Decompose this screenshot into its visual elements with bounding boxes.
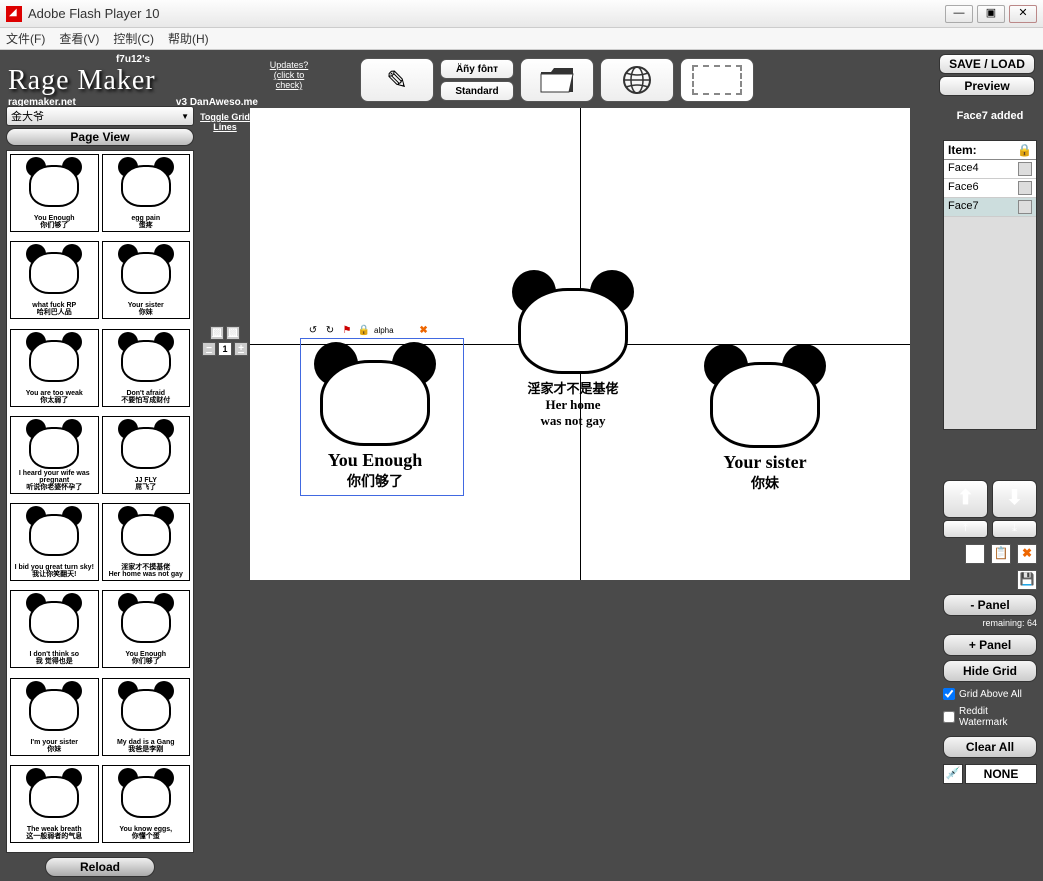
thumbnail-grid[interactable]: You Enough你们够了egg pain蛋疼what fuck RP哈利巴人… [6, 150, 194, 853]
top-bar: f7u12's Rage Maker ragemaker.net v3 DanA… [0, 50, 1043, 106]
thumb-0[interactable]: You Enough你们够了 [10, 154, 99, 232]
thumb-3[interactable]: Your sister你妹 [102, 241, 191, 319]
thumb-9[interactable]: 淫家才不摸基佬Her home was not gay [102, 503, 191, 581]
window-titlebar: Adobe Flash Player 10 — ▣ ✕ [0, 0, 1043, 28]
canvas[interactable]: ↺ ↻ ⚑ 🔒 alpha ✖ You Enough 你们够了 淫家才不是基佬 [250, 108, 910, 580]
item-row-Face6[interactable]: Face6 [944, 179, 1036, 198]
updates-link[interactable]: Updates? (click to check) [264, 60, 314, 90]
thumb-6[interactable]: I heard your wife was pregnant听说你老婆怀孕了 [10, 416, 99, 494]
preview-button[interactable]: Preview [939, 76, 1035, 96]
remove-panel-button[interactable]: - Panel [943, 594, 1037, 616]
status-text: Face7 added [943, 110, 1037, 122]
item-row-Face7[interactable]: Face7 [944, 198, 1036, 217]
save-icon-button[interactable]: 💾 [1017, 570, 1037, 590]
hide-grid-button[interactable]: Hide Grid [943, 660, 1037, 682]
flag-icon[interactable]: ⚑ [340, 324, 354, 338]
face2-text-en1: Her home [508, 397, 638, 413]
menu-view[interactable]: 查看(V) [59, 30, 99, 47]
face3-text-cn: 你妹 [700, 473, 830, 493]
grid-plus-button[interactable]: + [234, 342, 248, 356]
font-any-button[interactable]: Äñy fônт [440, 59, 514, 79]
grid-above-label: Grid Above All [959, 689, 1022, 700]
paste-button[interactable]: 📋 [991, 544, 1011, 564]
toggle-grid-link[interactable]: Toggle Grid Lines [200, 112, 250, 132]
thumb-11[interactable]: You Enough你们够了 [102, 590, 191, 668]
globe-tool-button[interactable] [600, 58, 674, 102]
delete-icon[interactable]: ✖ [417, 324, 431, 338]
thumb-8[interactable]: I bid you great turn sky!我让你笑翻天! [10, 503, 99, 581]
minimize-button[interactable]: — [945, 5, 973, 23]
select-tool-button[interactable] [680, 58, 754, 102]
page-view-button[interactable]: Page View [6, 128, 194, 146]
lock-icon[interactable]: 🔒 [1017, 143, 1032, 157]
mid-controls: Toggle Grid Lines ▨ ▧ − 1 + [200, 106, 250, 881]
grid-flip-v-button[interactable]: ▧ [226, 326, 240, 340]
canvas-area: ↺ ↻ ⚑ 🔒 alpha ✖ You Enough 你们够了 淫家才不是基佬 [250, 106, 937, 881]
grid-minus-button[interactable]: − [202, 342, 216, 356]
move-top-button[interactable]: ⤒ [943, 520, 988, 538]
face3-text-en: Your sister [700, 452, 830, 473]
thumb-4[interactable]: You are too weak你太弱了 [10, 329, 99, 407]
thumb-15[interactable]: You know eggs,你懂个蛋 [102, 765, 191, 843]
move-bottom-button[interactable]: ⤓ [992, 520, 1037, 538]
close-button[interactable]: ✕ [1009, 5, 1037, 23]
reddit-label: Reddit Watermark [959, 706, 1037, 728]
folder-tool-button[interactable] [520, 58, 594, 102]
face1-text-en: You Enough [310, 450, 440, 471]
rotate-ccw-icon[interactable]: ↺ [306, 324, 320, 338]
face2-text-en2: was not gay [508, 413, 638, 429]
category-dropdown[interactable]: 金大爷 [6, 106, 194, 126]
window-title: Adobe Flash Player 10 [28, 6, 941, 21]
copy-button[interactable]: ⿻ [965, 544, 985, 564]
menu-control[interactable]: 控制(C) [113, 30, 154, 47]
save-load-button[interactable]: SAVE / LOAD [939, 54, 1035, 74]
pencil-tool-button[interactable]: ✎ [360, 58, 434, 102]
remaining-text: remaining: 64 [943, 618, 1037, 628]
none-color-button[interactable]: NONE [965, 764, 1037, 784]
canvas-face-1[interactable]: You Enough 你们够了 [310, 340, 440, 491]
reload-button[interactable]: Reload [45, 857, 155, 877]
grid-flip-h-button[interactable]: ▨ [210, 326, 224, 340]
item-row-Face4[interactable]: Face4 [944, 160, 1036, 179]
menu-bar: 文件(F) 查看(V) 控制(C) 帮助(H) [0, 28, 1043, 50]
logo-block: f7u12's Rage Maker ragemaker.net v3 DanA… [8, 54, 258, 108]
left-sidebar: 金大爷 Page View You Enough你们够了egg pain蛋疼wh… [0, 106, 200, 881]
alpha-label: alpha [374, 324, 394, 338]
menu-help[interactable]: 帮助(H) [168, 30, 209, 47]
thumb-13[interactable]: My dad is a Gang我爸是李刚 [102, 678, 191, 756]
right-sidebar: Face7 added Item:🔒 Face4Face6Face7 ⬆ ⬇ ⤒… [937, 106, 1043, 881]
thumb-1[interactable]: egg pain蛋疼 [102, 154, 191, 232]
object-toolbar: ↺ ↻ ⚑ 🔒 alpha ✖ [306, 324, 431, 338]
move-down-button[interactable]: ⬇ [992, 480, 1037, 518]
font-button-group: Äñy fônт Standard [440, 58, 514, 102]
maximize-button[interactable]: ▣ [977, 5, 1005, 23]
flash-icon [6, 6, 22, 22]
thumb-2[interactable]: what fuck RP哈利巴人品 [10, 241, 99, 319]
menu-file[interactable]: 文件(F) [6, 30, 45, 47]
rotate-cw-icon[interactable]: ↻ [323, 324, 337, 338]
logo-subtitle: f7u12's [8, 54, 258, 65]
face2-text-cn: 淫家才不是基佬 [508, 378, 638, 397]
thumb-5[interactable]: Don't afraid不要怕写成财付 [102, 329, 191, 407]
lock-icon[interactable]: 🔒 [357, 324, 371, 338]
item-header: Item:🔒 [944, 141, 1036, 160]
logo-title: Rage Maker [8, 65, 258, 97]
thumb-7[interactable]: JJ FLY屌飞了 [102, 416, 191, 494]
reddit-watermark-checkbox[interactable] [943, 711, 955, 723]
face1-text-cn: 你们够了 [310, 471, 440, 491]
add-panel-button[interactable]: + Panel [943, 634, 1037, 656]
delete-button[interactable]: ✖ [1017, 544, 1037, 564]
move-up-button[interactable]: ⬆ [943, 480, 988, 518]
item-panel: Item:🔒 Face4Face6Face7 [943, 140, 1037, 430]
font-standard-button[interactable]: Standard [440, 81, 514, 101]
thumb-10[interactable]: I don't think so我 觉得也是 [10, 590, 99, 668]
eyedropper-button[interactable]: 💉 [943, 764, 963, 784]
canvas-face-2[interactable]: 淫家才不是基佬 Her home was not gay [508, 268, 638, 429]
canvas-face-3[interactable]: Your sister 你妹 [700, 342, 830, 493]
clear-all-button[interactable]: Clear All [943, 736, 1037, 758]
grid-above-checkbox[interactable] [943, 688, 955, 700]
thumb-12[interactable]: I'm your sister你妹 [10, 678, 99, 756]
grid-count: 1 [218, 342, 232, 356]
thumb-14[interactable]: The weak breath这一般弱者的气息 [10, 765, 99, 843]
